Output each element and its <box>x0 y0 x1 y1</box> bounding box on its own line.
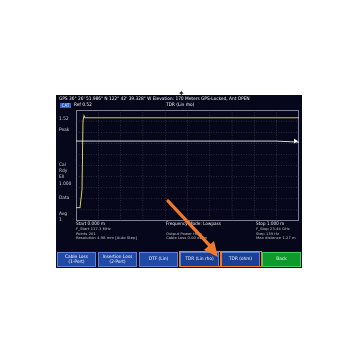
side-cal-label: Cal <box>59 163 66 168</box>
max-distance: Max distance 1.27 m <box>256 235 296 240</box>
resolution: Resolution 4.98 mm [Auto Step] <box>76 235 137 240</box>
side-rdy-label: Rdy <box>59 169 68 174</box>
side-ref-value: 1.000 <box>59 182 72 187</box>
tdr-plot <box>76 110 299 221</box>
side-avg-label: Avg <box>59 212 67 217</box>
softkey-dtf-lin[interactable]: DTF (Lin) <box>139 252 178 267</box>
analyzer-screen: GPS 36° 26' 51.986" N 122° 42' 39.328" W… <box>56 95 302 268</box>
highlight-tdr-lin-rho <box>179 251 221 267</box>
trace-line-2 <box>76 140 299 143</box>
side-scale-label: 1.52 <box>59 117 69 122</box>
cable-loss-value: Cable Loss 0.00 dB/m <box>166 235 208 240</box>
side-el-label: Ell <box>59 175 65 180</box>
softkey-insertion-loss[interactable]: Insertion Loss (2-Port) <box>98 252 137 267</box>
reference-marker <box>294 138 298 144</box>
side-avg-value: 1 <box>59 218 62 223</box>
side-data-label: Data <box>59 196 70 201</box>
frequency-mode: Frequency Mode: Lowpass <box>166 221 221 226</box>
softkey-back[interactable]: Back <box>262 252 301 267</box>
side-peak-label: Peak <box>59 128 70 133</box>
highlight-tdr-ohm <box>221 251 262 267</box>
reference-level: Ref 0.52 <box>74 103 92 108</box>
softkey-cable-loss[interactable]: Cable Loss (1-Port) <box>57 252 96 267</box>
gps-status-line: GPS 36° 26' 51.986" N 122° 42' 39.328" W… <box>59 97 250 102</box>
cal-badge: CAT <box>60 103 71 108</box>
trace-title: TDR (Lin rho) <box>166 103 195 108</box>
trace-line-1 <box>76 114 299 209</box>
